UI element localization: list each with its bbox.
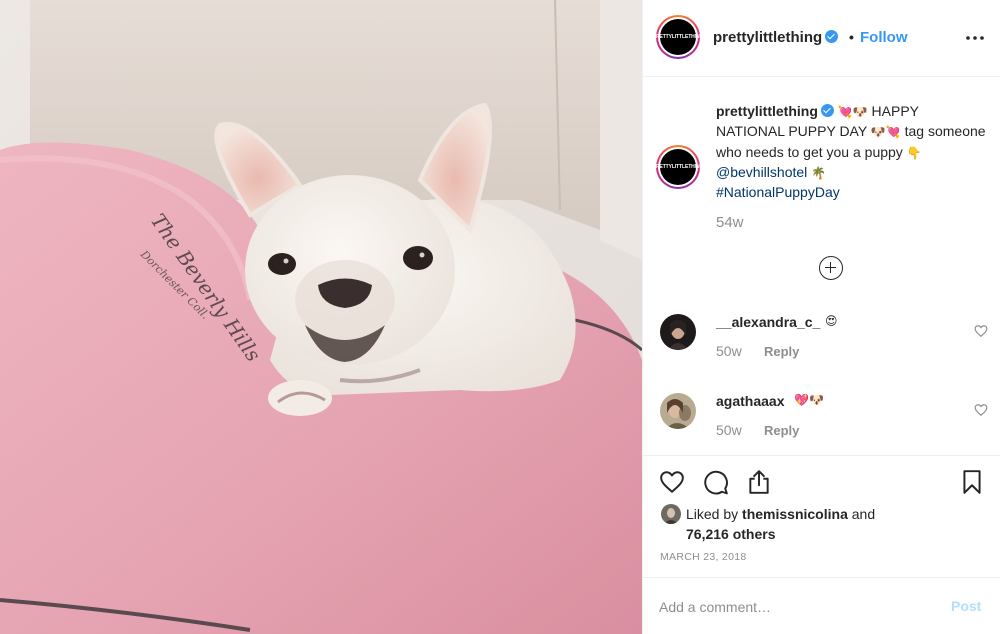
liked-by-avatar[interactable] bbox=[661, 504, 681, 524]
header-username-text: prettylittlething bbox=[713, 29, 823, 46]
caption-emoji-4: 🌴 bbox=[811, 165, 827, 180]
verified-badge-icon bbox=[825, 30, 839, 43]
likes-middle: and bbox=[847, 506, 876, 522]
comment-item: agathaaax 💖🐶 50w Reply bbox=[643, 393, 1000, 453]
more-options-icon[interactable] bbox=[963, 28, 987, 48]
verified-badge-icon bbox=[820, 104, 834, 117]
post-header: PRETTYLITTLETHING prettylittlething • Fo… bbox=[643, 0, 1000, 77]
caption-avatar[interactable]: PRETTYLITTLETHING bbox=[653, 145, 703, 189]
post-date[interactable]: MARCH 23, 2018 bbox=[660, 551, 747, 563]
post-actions: Liked by themissnicolina and 76,216 othe… bbox=[643, 455, 1000, 575]
comment-username[interactable]: __alexandra_c_ bbox=[716, 314, 820, 330]
bookmark-save-icon[interactable] bbox=[959, 469, 985, 495]
comment-emoji: 💖🐶 bbox=[794, 393, 824, 407]
comment-icon[interactable] bbox=[703, 469, 729, 495]
caption-emoji-2: 🐶💘 bbox=[870, 125, 901, 140]
caption-timestamp[interactable]: 54w bbox=[716, 214, 744, 231]
comment-timestamp[interactable]: 50w bbox=[716, 343, 742, 359]
load-more-comments-icon[interactable] bbox=[819, 256, 843, 280]
header-username[interactable]: prettylittlething bbox=[713, 29, 839, 46]
reply-button[interactable]: Reply bbox=[764, 423, 799, 438]
post-photo[interactable]: The Beverly Hills Dorchester Coll. bbox=[0, 0, 642, 634]
caption-hashtag-link[interactable]: #NationalPuppyDay bbox=[716, 184, 840, 200]
likes-prefix: Liked by bbox=[686, 506, 743, 522]
share-icon[interactable] bbox=[746, 469, 772, 495]
comment-avatar[interactable] bbox=[660, 314, 696, 350]
like-heart-icon[interactable] bbox=[659, 469, 685, 495]
comment-username[interactable]: agathaaax bbox=[716, 393, 784, 409]
comment-like-heart-icon[interactable] bbox=[974, 324, 988, 338]
add-comment-section: Post bbox=[643, 577, 1000, 634]
comment-avatar[interactable] bbox=[660, 393, 696, 429]
post-comment-button[interactable]: Post bbox=[951, 598, 981, 614]
caption-emoji-1: 💘🐶 bbox=[837, 105, 868, 119]
comment-emoji: 😍 bbox=[825, 314, 838, 328]
caption-username[interactable]: prettylittlething bbox=[716, 103, 818, 119]
comment-item: __alexandra_c_ 😍 50w Reply bbox=[643, 314, 1000, 374]
avatar[interactable]: PRETTYLITTLETHING bbox=[653, 15, 703, 59]
reply-button[interactable]: Reply bbox=[764, 344, 799, 359]
comment-timestamp[interactable]: 50w bbox=[716, 422, 742, 438]
likes-summary: Liked by themissnicolina and 76,216 othe… bbox=[686, 505, 946, 544]
add-comment-input[interactable] bbox=[659, 596, 919, 618]
liked-by-username[interactable]: themissnicolina bbox=[742, 506, 848, 522]
avatar-logo: PRETTYLITTLETHING bbox=[653, 19, 703, 55]
likes-count[interactable]: 76,216 others bbox=[686, 526, 776, 542]
post-side-panel: PRETTYLITTLETHING prettylittlething • Fo… bbox=[642, 0, 1000, 634]
follow-button[interactable]: Follow bbox=[860, 29, 908, 46]
caption-emoji-3: 👇 bbox=[906, 145, 922, 160]
caption-mention-link[interactable]: @bevhillshotel bbox=[716, 164, 807, 180]
caption-avatar-logo: PRETTYLITTLETHING bbox=[653, 149, 703, 185]
post-caption: prettylittlething 💘🐶 HAPPY NATIONAL PUPP… bbox=[716, 102, 986, 202]
separator-dot: • bbox=[849, 29, 854, 45]
french-bulldog-photo: The Beverly Hills Dorchester Coll. bbox=[0, 0, 642, 634]
comment-like-heart-icon[interactable] bbox=[974, 403, 988, 417]
